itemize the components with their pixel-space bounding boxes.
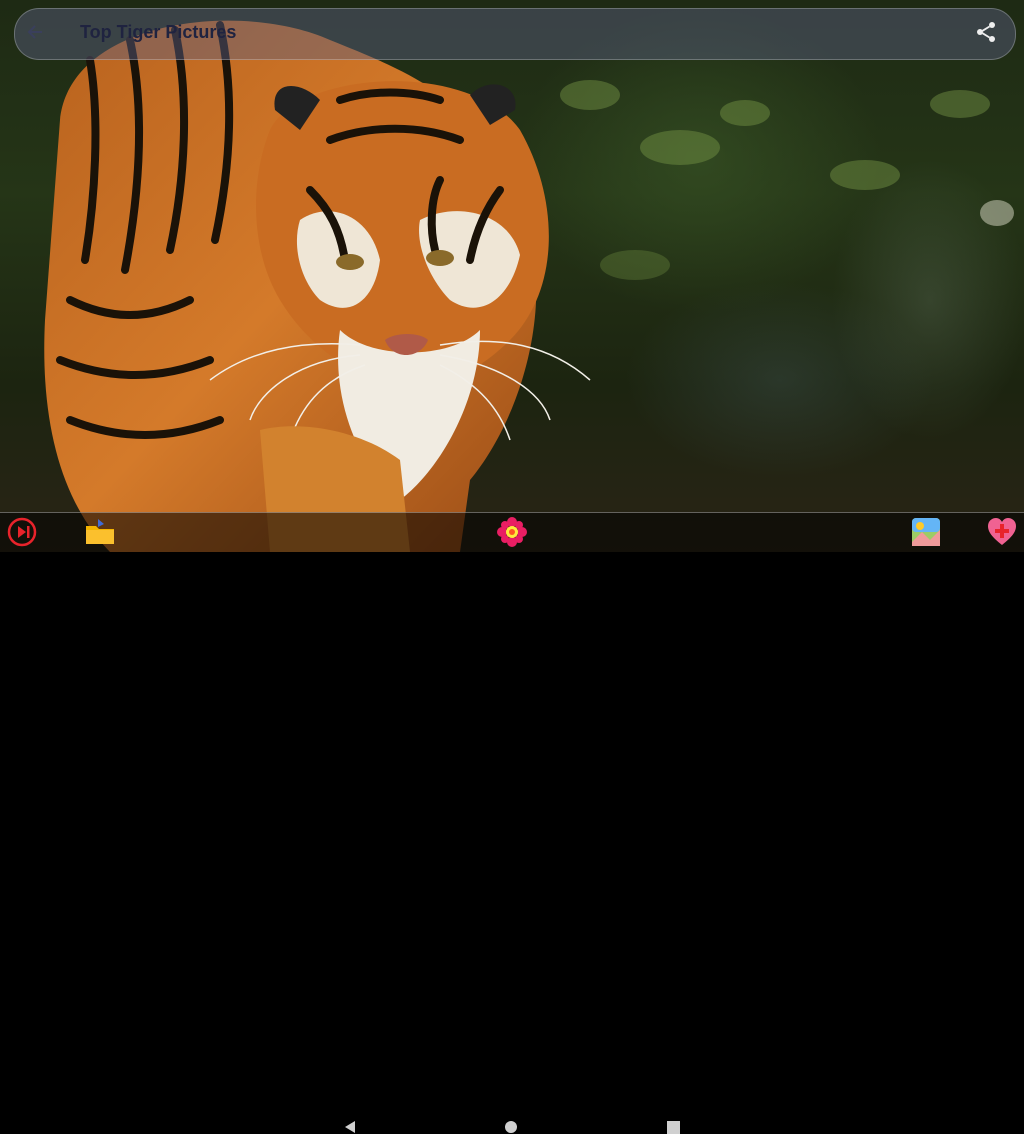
back-arrow-icon[interactable] [26,22,46,42]
tiger-figure [44,20,591,552]
nav-home-icon[interactable] [504,1120,518,1134]
slideshow-play-icon[interactable] [6,516,38,548]
heart-plus-icon[interactable] [986,516,1018,548]
gallery-icon[interactable] [910,516,942,548]
nav-back-icon[interactable] [343,1120,357,1134]
share-icon[interactable] [974,20,998,44]
page-title: Top Tiger Pictures [80,22,237,42]
system-navigation-bar [0,552,1024,1134]
folder-icon[interactable] [84,516,116,548]
nav-recents-icon[interactable] [667,1121,680,1134]
tiger-photo [0,0,1024,552]
flower-settings-icon[interactable] [496,516,528,548]
